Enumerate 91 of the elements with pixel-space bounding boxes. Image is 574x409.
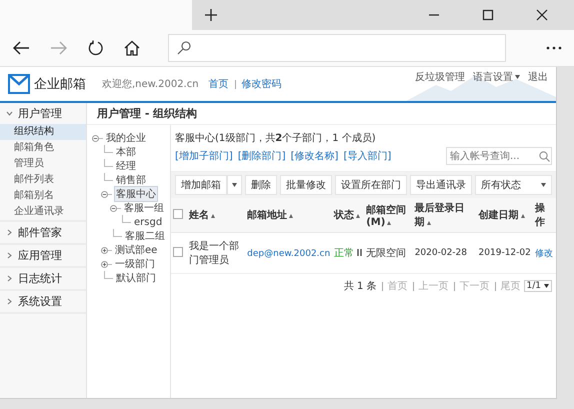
total-count: 共 1 条 [344, 280, 377, 293]
table-cell: 无限空间 [364, 232, 413, 274]
tree-node[interactable]: 一级部门 [114, 257, 156, 271]
tree-toggle-icon[interactable] [110, 204, 117, 212]
tree-node[interactable]: 默认部门 [115, 271, 157, 285]
sidebar-item[interactable]: 邮箱别名 [0, 188, 86, 204]
sidebar-item[interactable]: 管理员 [0, 156, 86, 172]
sidebar-group[interactable]: 邮件管家 [0, 222, 86, 243]
top-link[interactable]: 语言设置 [473, 70, 520, 84]
sort-icon [426, 221, 431, 225]
row-checkbox[interactable] [173, 246, 183, 256]
column-header[interactable]: 姓名 [187, 198, 246, 232]
tree-node[interactable]: 我的企业 [105, 131, 147, 145]
chevron-icon [6, 275, 13, 282]
caret-icon [544, 284, 549, 288]
search-icon [177, 41, 191, 55]
tree-node[interactable]: 客服中心 [114, 186, 158, 202]
envelope-logo-icon [8, 74, 30, 94]
sort-icon [356, 214, 360, 218]
toolbar-button[interactable]: 删除 [245, 175, 277, 195]
column-header[interactable]: 操作 [532, 198, 556, 232]
email-link[interactable]: dep@new.2002.cn [247, 248, 330, 258]
column-header[interactable]: 创建日期 [476, 198, 533, 232]
chevron-icon [6, 110, 13, 117]
sidebar-group[interactable]: 系统设置 [0, 291, 86, 312]
edit-link[interactable]: 修改 [534, 248, 553, 258]
close-icon[interactable] [536, 9, 548, 21]
select-all-checkbox[interactable] [173, 208, 183, 218]
home-icon[interactable] [124, 40, 140, 56]
sidebar-item[interactable]: 组织结构 [0, 124, 86, 140]
department-link[interactable]: [删除部门] [238, 149, 286, 163]
caret-icon [541, 183, 546, 187]
column-header[interactable]: 邮箱空间(M) [364, 198, 413, 232]
chevron-icon [6, 298, 13, 305]
sidebar-item[interactable]: 邮箱角色 [0, 140, 86, 156]
department-link[interactable]: [修改名称] [290, 149, 338, 163]
sidebar-item[interactable]: 企业通讯录 [0, 204, 86, 220]
sort-icon [289, 214, 294, 218]
tree-node[interactable]: 客服一组 [123, 201, 165, 215]
tree-node[interactable]: ersgd [133, 216, 164, 228]
column-header[interactable]: 状态 [332, 198, 364, 232]
table-cell: 我是一个部门管理员 [187, 232, 246, 274]
tree-node[interactable]: 经理 [115, 159, 137, 173]
page-select[interactable]: 1/1 [524, 280, 552, 292]
caret-icon [232, 183, 237, 187]
top-link[interactable]: 反垃圾管理 [415, 70, 465, 84]
tree-node[interactable]: 本部 [115, 145, 137, 159]
sidebar-group[interactable]: 用户管理 [0, 103, 86, 124]
table-cell: 2019-12-02 [476, 232, 533, 274]
column-header[interactable]: 邮箱地址 [245, 198, 332, 232]
tree-node[interactable]: 销售部 [115, 173, 147, 187]
back-icon[interactable] [12, 40, 30, 56]
top-link[interactable]: 退出 [528, 70, 548, 84]
welcome-text: 欢迎您,new.2002.cn [102, 78, 199, 91]
header-link[interactable]: 首页 [208, 77, 229, 91]
department-link[interactable]: [导入部门] [343, 149, 392, 163]
more-icon[interactable] [546, 46, 562, 50]
toolbar-button[interactable]: 导出通讯录 [410, 175, 472, 195]
sidebar-group[interactable]: 日志统计 [0, 268, 86, 289]
search-field[interactable]: 输入帐号查询... [446, 147, 552, 165]
logo-text: 企业邮箱 [34, 76, 86, 93]
chevron-icon [6, 252, 13, 259]
sort-icon [387, 220, 392, 224]
sidebar-item[interactable]: 邮件列表 [0, 172, 86, 188]
dropdown-button[interactable] [227, 175, 242, 195]
department-link[interactable]: [增加子部门] [175, 149, 233, 163]
maximize-icon[interactable] [482, 9, 494, 21]
tree-node[interactable]: 客服二组 [124, 229, 166, 243]
department-info: 客服中心(1级部门，共2个子部门，1 个成员) [174, 132, 377, 146]
status-text: 正常 [334, 248, 354, 259]
column-header[interactable]: 最后登录日期 [412, 198, 477, 232]
pause-icon[interactable] [357, 249, 362, 256]
sort-icon [520, 214, 525, 218]
refresh-icon[interactable] [88, 40, 104, 56]
sidebar-group[interactable]: 应用管理 [0, 245, 86, 266]
search-icon[interactable] [539, 150, 550, 162]
sort-icon [211, 214, 215, 218]
new-tab-icon[interactable] [204, 8, 218, 22]
add-mailbox-button[interactable]: 增加邮箱 [175, 175, 227, 195]
toolbar-button[interactable]: 设置所在部门 [335, 175, 407, 195]
table-cell: 2020-02-28 [412, 232, 477, 274]
toolbar-button[interactable]: 批量修改 [280, 175, 332, 195]
breadcrumb: 用户管理 - 组织结构 [87, 103, 556, 125]
chevron-icon [6, 229, 13, 236]
tree-toggle-icon[interactable] [92, 134, 99, 142]
tree-toggle-icon[interactable] [101, 190, 108, 198]
tree-toggle-icon[interactable] [101, 246, 108, 254]
status-select[interactable]: 所有状态 [475, 175, 552, 195]
header-link[interactable]: 修改密码 [242, 77, 282, 91]
tree-toggle-icon[interactable] [101, 260, 108, 268]
tree-node[interactable]: 测试部ee [114, 243, 158, 257]
